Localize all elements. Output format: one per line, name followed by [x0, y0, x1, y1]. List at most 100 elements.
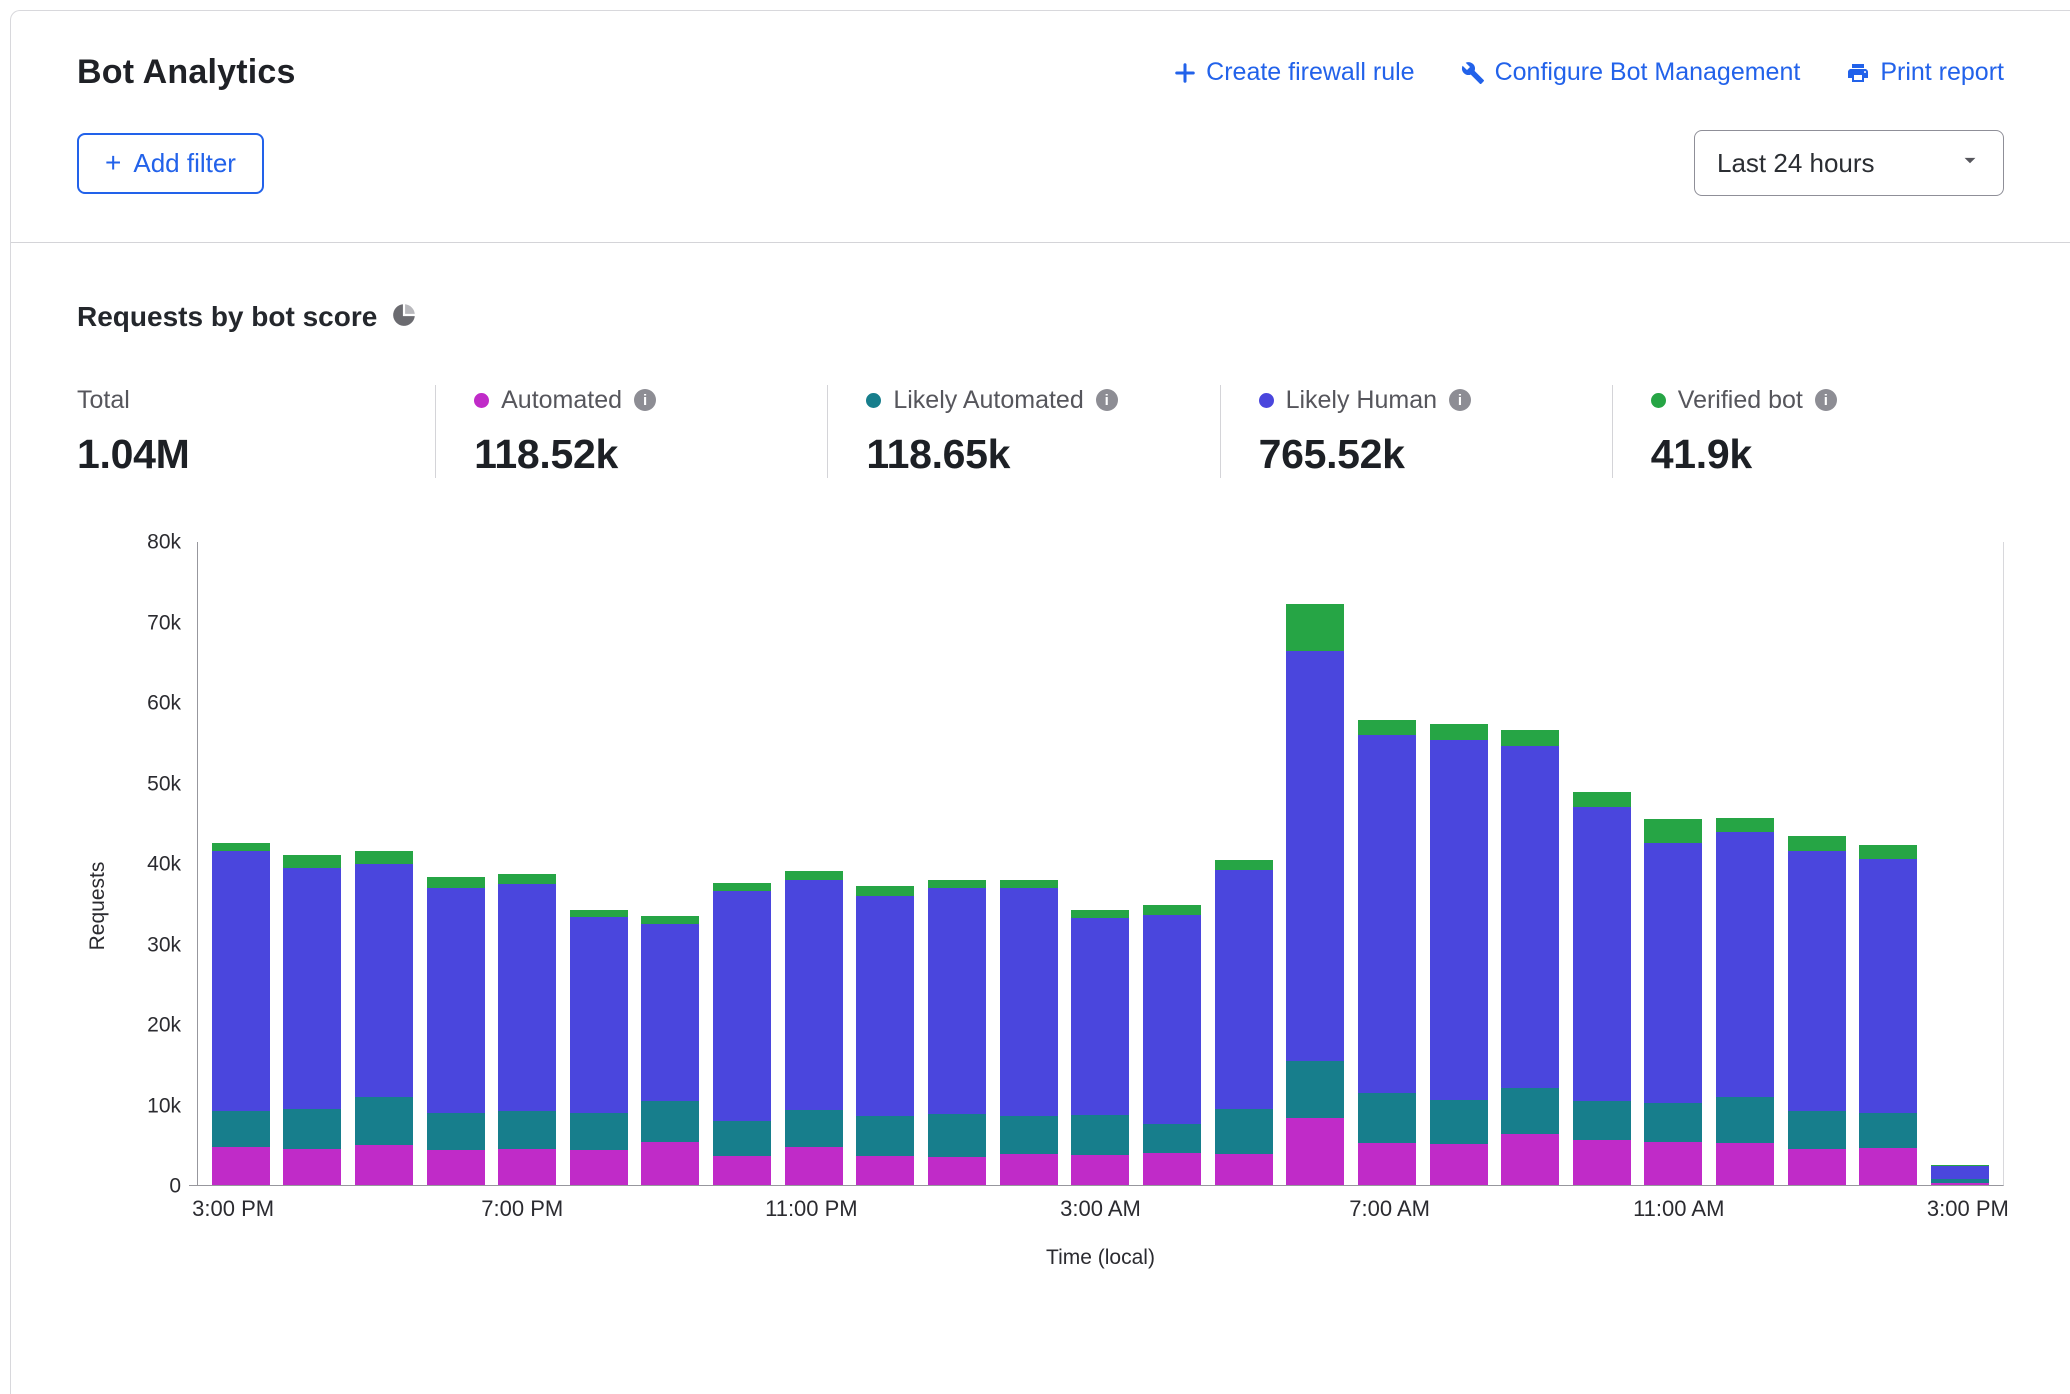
info-icon[interactable]: [1815, 389, 1837, 411]
segment-verified-bot[interactable]: [1071, 910, 1129, 918]
segment-verified-bot[interactable]: [1215, 860, 1273, 870]
bar-7-1000pm[interactable]: [713, 542, 771, 1185]
segment-likely-automated[interactable]: [1859, 1113, 1917, 1148]
info-icon[interactable]: [1096, 389, 1118, 411]
segment-likely-automated[interactable]: [1430, 1100, 1488, 1144]
segment-verified-bot[interactable]: [1573, 792, 1631, 807]
segment-verified-bot[interactable]: [856, 886, 914, 896]
segment-verified-bot[interactable]: [1788, 836, 1846, 850]
info-icon[interactable]: [634, 389, 656, 411]
segment-automated[interactable]: [856, 1156, 914, 1185]
bar-12-300am[interactable]: [1071, 542, 1129, 1185]
segment-likely-human[interactable]: [1716, 832, 1774, 1096]
segment-automated[interactable]: [1644, 1142, 1702, 1185]
time-range-select[interactable]: Last 24 hours: [1694, 130, 2004, 196]
segment-automated[interactable]: [1716, 1143, 1774, 1185]
segment-automated[interactable]: [1430, 1144, 1488, 1185]
segment-verified-bot[interactable]: [785, 871, 843, 881]
info-icon[interactable]: [1449, 389, 1471, 411]
segment-likely-human[interactable]: [1501, 746, 1559, 1088]
segment-likely-automated[interactable]: [1000, 1116, 1058, 1154]
segment-verified-bot[interactable]: [1430, 724, 1488, 739]
segment-likely-human[interactable]: [212, 851, 270, 1111]
segment-automated[interactable]: [1859, 1148, 1917, 1185]
bar-9-1200am[interactable]: [856, 542, 914, 1185]
bar-0-300pm[interactable]: [212, 542, 270, 1185]
bar-20-1100am[interactable]: [1644, 542, 1702, 1185]
bar-4-700pm[interactable]: [498, 542, 556, 1185]
segment-likely-human[interactable]: [1286, 651, 1344, 1062]
segment-likely-human[interactable]: [1573, 807, 1631, 1101]
segment-likely-human[interactable]: [641, 924, 699, 1101]
bar-8-1100pm[interactable]: [785, 542, 843, 1185]
bar-6-900pm[interactable]: [641, 542, 699, 1185]
segment-verified-bot[interactable]: [427, 877, 485, 887]
segment-automated[interactable]: [1071, 1155, 1129, 1185]
segment-likely-automated[interactable]: [570, 1113, 628, 1150]
segment-verified-bot[interactable]: [1286, 604, 1344, 651]
segment-likely-human[interactable]: [1430, 740, 1488, 1100]
segment-verified-bot[interactable]: [283, 855, 341, 867]
segment-automated[interactable]: [641, 1142, 699, 1185]
bar-14-500am[interactable]: [1215, 542, 1273, 1185]
segment-verified-bot[interactable]: [1644, 819, 1702, 843]
segment-likely-human[interactable]: [856, 896, 914, 1116]
segment-automated[interactable]: [1358, 1143, 1416, 1185]
bar-13-400am[interactable]: [1143, 542, 1201, 1185]
segment-likely-automated[interactable]: [212, 1111, 270, 1147]
bar-21-1200pm[interactable]: [1716, 542, 1774, 1185]
segment-automated[interactable]: [1286, 1118, 1344, 1186]
segment-likely-automated[interactable]: [928, 1114, 986, 1157]
segment-automated[interactable]: [1215, 1154, 1273, 1185]
segment-verified-bot[interactable]: [498, 874, 556, 884]
segment-likely-human[interactable]: [1788, 851, 1846, 1111]
segment-likely-human[interactable]: [570, 917, 628, 1112]
bar-5-800pm[interactable]: [570, 542, 628, 1185]
segment-verified-bot[interactable]: [1859, 845, 1917, 859]
segment-likely-human[interactable]: [1644, 843, 1702, 1103]
bar-23-200pm[interactable]: [1859, 542, 1917, 1185]
segment-automated[interactable]: [1143, 1153, 1201, 1185]
segment-likely-human[interactable]: [1859, 859, 1917, 1113]
segment-likely-automated[interactable]: [1286, 1061, 1344, 1117]
configure-bot-management-link[interactable]: Configure Bot Management: [1461, 58, 1801, 87]
segment-likely-automated[interactable]: [427, 1113, 485, 1151]
segment-likely-automated[interactable]: [713, 1121, 771, 1156]
segment-automated[interactable]: [355, 1145, 413, 1185]
segment-likely-automated[interactable]: [1788, 1111, 1846, 1149]
segment-automated[interactable]: [498, 1149, 556, 1185]
segment-automated[interactable]: [1501, 1134, 1559, 1185]
segment-verified-bot[interactable]: [641, 916, 699, 924]
segment-verified-bot[interactable]: [212, 843, 270, 851]
bar-11-200am[interactable]: [1000, 542, 1058, 1185]
segment-likely-automated[interactable]: [641, 1101, 699, 1143]
bar-24-300pm[interactable]: [1931, 542, 1989, 1185]
segment-automated[interactable]: [1788, 1149, 1846, 1185]
bar-16-700am[interactable]: [1358, 542, 1416, 1185]
segment-verified-bot[interactable]: [928, 880, 986, 888]
segment-likely-human[interactable]: [427, 888, 485, 1113]
segment-verified-bot[interactable]: [355, 851, 413, 863]
segment-likely-automated[interactable]: [856, 1116, 914, 1156]
segment-likely-human[interactable]: [1931, 1166, 1989, 1180]
bar-18-900am[interactable]: [1501, 542, 1559, 1185]
segment-verified-bot[interactable]: [1716, 818, 1774, 832]
segment-likely-human[interactable]: [355, 864, 413, 1097]
segment-automated[interactable]: [427, 1150, 485, 1185]
segment-likely-human[interactable]: [1358, 735, 1416, 1093]
segment-verified-bot[interactable]: [713, 883, 771, 891]
bar-10-100am[interactable]: [928, 542, 986, 1185]
segment-likely-human[interactable]: [283, 868, 341, 1109]
segment-verified-bot[interactable]: [1358, 720, 1416, 734]
segment-likely-automated[interactable]: [498, 1111, 556, 1149]
segment-automated[interactable]: [928, 1157, 986, 1185]
segment-automated[interactable]: [785, 1147, 843, 1185]
add-filter-button[interactable]: + Add filter: [77, 133, 264, 194]
segment-automated[interactable]: [283, 1149, 341, 1185]
bar-17-800am[interactable]: [1430, 542, 1488, 1185]
segment-likely-human[interactable]: [1143, 915, 1201, 1124]
print-report-link[interactable]: Print report: [1846, 58, 2004, 87]
bar-15-600am[interactable]: [1286, 542, 1344, 1185]
segment-verified-bot[interactable]: [570, 910, 628, 917]
segment-automated[interactable]: [1000, 1154, 1058, 1185]
